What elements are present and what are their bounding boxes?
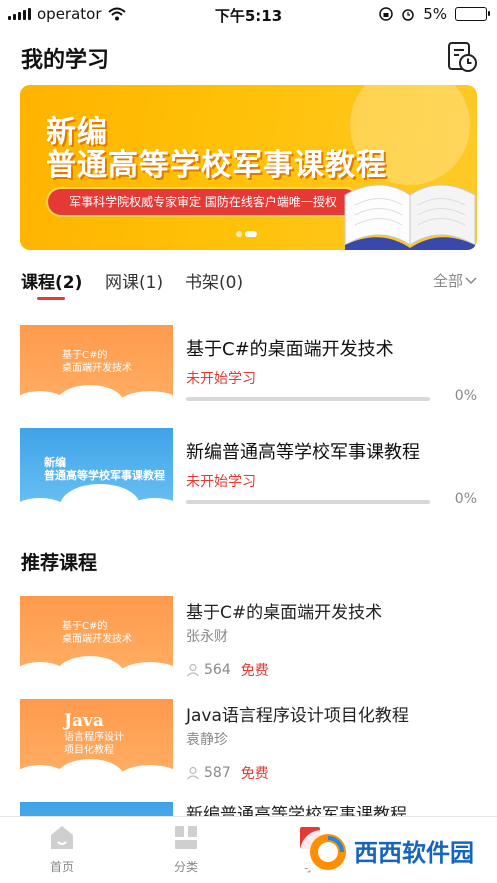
nav-category[interactable]: 分类 bbox=[146, 823, 226, 875]
learner-count: 564 bbox=[204, 662, 231, 678]
progress-percent: 0% bbox=[454, 491, 477, 507]
thumb-text: 项目化教程 bbox=[64, 745, 114, 756]
course-meta: 587 免费 bbox=[186, 763, 269, 783]
banner-tagline: 军事科学院权威专家审定 国防在线客户端唯一授权 bbox=[48, 189, 358, 215]
filter-dropdown[interactable]: 全部 bbox=[433, 270, 477, 291]
course-title: Java语言程序设计项目化教程 bbox=[186, 706, 409, 726]
thumb-text: 语言程序设计 bbox=[64, 732, 124, 743]
course-title: 基于C#的桌面端开发技术 bbox=[186, 339, 394, 360]
history-button[interactable] bbox=[445, 40, 479, 74]
section-title-recommended: 推荐课程 bbox=[21, 552, 98, 574]
course-thumbnail: Java 语言程序设计 项目化教程 bbox=[20, 699, 173, 785]
thumb-text: 新编 bbox=[44, 456, 66, 469]
learner-count: 587 bbox=[204, 765, 231, 781]
nav-label: 分类 bbox=[173, 860, 198, 874]
header: 我的学习 bbox=[0, 28, 497, 84]
progress-bar bbox=[186, 500, 430, 504]
banner-dot[interactable] bbox=[236, 231, 242, 237]
status-right: 5% bbox=[379, 5, 490, 23]
watermark-text: 西西软件园 bbox=[354, 839, 474, 867]
thumb-text: 普通高等学校军事课教程 bbox=[44, 469, 165, 482]
recommended-course-item[interactable]: 基于C#的 桌面端开发技术 基于C#的桌面端开发技术 张永财 564 免费 bbox=[20, 596, 477, 682]
tab-courses[interactable]: 课程(2) bbox=[21, 268, 82, 293]
course-author: 张永财 bbox=[186, 629, 228, 645]
user-icon bbox=[187, 663, 199, 677]
history-icon bbox=[448, 42, 477, 72]
course-status: 未开始学习 bbox=[186, 371, 256, 387]
nav-label: 首页 bbox=[49, 860, 74, 874]
progress-percent: 0% bbox=[454, 388, 477, 404]
tab-online-courses[interactable]: 网课(1) bbox=[105, 268, 163, 293]
my-course-item[interactable]: 基于C#的 桌面端开发技术 基于C#的桌面端开发技术 未开始学习 0% bbox=[20, 325, 477, 411]
thumb-text: 基于C#的 bbox=[62, 350, 108, 361]
thumb-text: 基于C#的 bbox=[62, 621, 108, 632]
user-icon bbox=[187, 766, 199, 780]
course-meta: 564 免费 bbox=[186, 660, 269, 680]
category-icon bbox=[175, 826, 197, 849]
alarm-icon bbox=[402, 9, 414, 21]
battery-icon bbox=[455, 7, 490, 21]
progress-bar bbox=[186, 397, 430, 401]
tab-active-indicator bbox=[37, 297, 65, 300]
chevron-down-icon bbox=[465, 276, 477, 284]
banner-dot-active[interactable] bbox=[245, 231, 257, 237]
price-label: 免费 bbox=[240, 663, 269, 679]
course-thumbnail: 基于C#的 桌面端开发技术 bbox=[20, 596, 173, 682]
tab-bookshelf[interactable]: 书架(0) bbox=[185, 268, 243, 293]
banner-pagination bbox=[236, 231, 257, 237]
course-title: 新编普通高等学校军事课教程 bbox=[186, 442, 420, 463]
banner-title-line2: 普通高等学校军事课教程 bbox=[46, 148, 387, 183]
thumb-text: 桌面端开发技术 bbox=[62, 363, 132, 374]
home-icon bbox=[51, 826, 73, 849]
status-bar: operator 下午5:13 5% bbox=[0, 0, 497, 28]
nav-home[interactable]: 首页 bbox=[22, 823, 102, 875]
course-title: 基于C#的桌面端开发技术 bbox=[186, 603, 383, 623]
course-tabs: 课程(2) 网课(1) 书架(0) 全部 bbox=[0, 262, 497, 304]
promo-banner[interactable]: 新编 普通高等学校军事课教程 军事科学院权威专家审定 国防在线客户端唯一授权 bbox=[20, 85, 477, 250]
price-label: 免费 bbox=[240, 766, 269, 782]
battery-label: 5% bbox=[423, 5, 447, 23]
course-status: 未开始学习 bbox=[186, 474, 256, 490]
my-course-item[interactable]: 新编 普通高等学校军事课教程 新编普通高等学校军事课教程 未开始学习 0% bbox=[20, 428, 477, 514]
course-author: 袁静珍 bbox=[186, 732, 228, 748]
course-thumbnail: 新编 普通高等学校军事课教程 bbox=[20, 428, 173, 514]
open-book-illustration bbox=[344, 184, 476, 250]
page-title: 我的学习 bbox=[21, 48, 110, 73]
thumb-text: Java bbox=[64, 711, 104, 731]
filter-label: 全部 bbox=[432, 272, 463, 290]
thumb-text: 桌面端开发技术 bbox=[62, 634, 132, 645]
course-thumbnail: 基于C#的 桌面端开发技术 bbox=[20, 325, 173, 411]
rotation-lock-icon bbox=[379, 7, 393, 21]
recommended-course-item[interactable]: Java 语言程序设计 项目化教程 Java语言程序设计项目化教程 袁静珍 58… bbox=[20, 699, 477, 785]
watermark-logo: 西西软件园 bbox=[300, 830, 497, 874]
